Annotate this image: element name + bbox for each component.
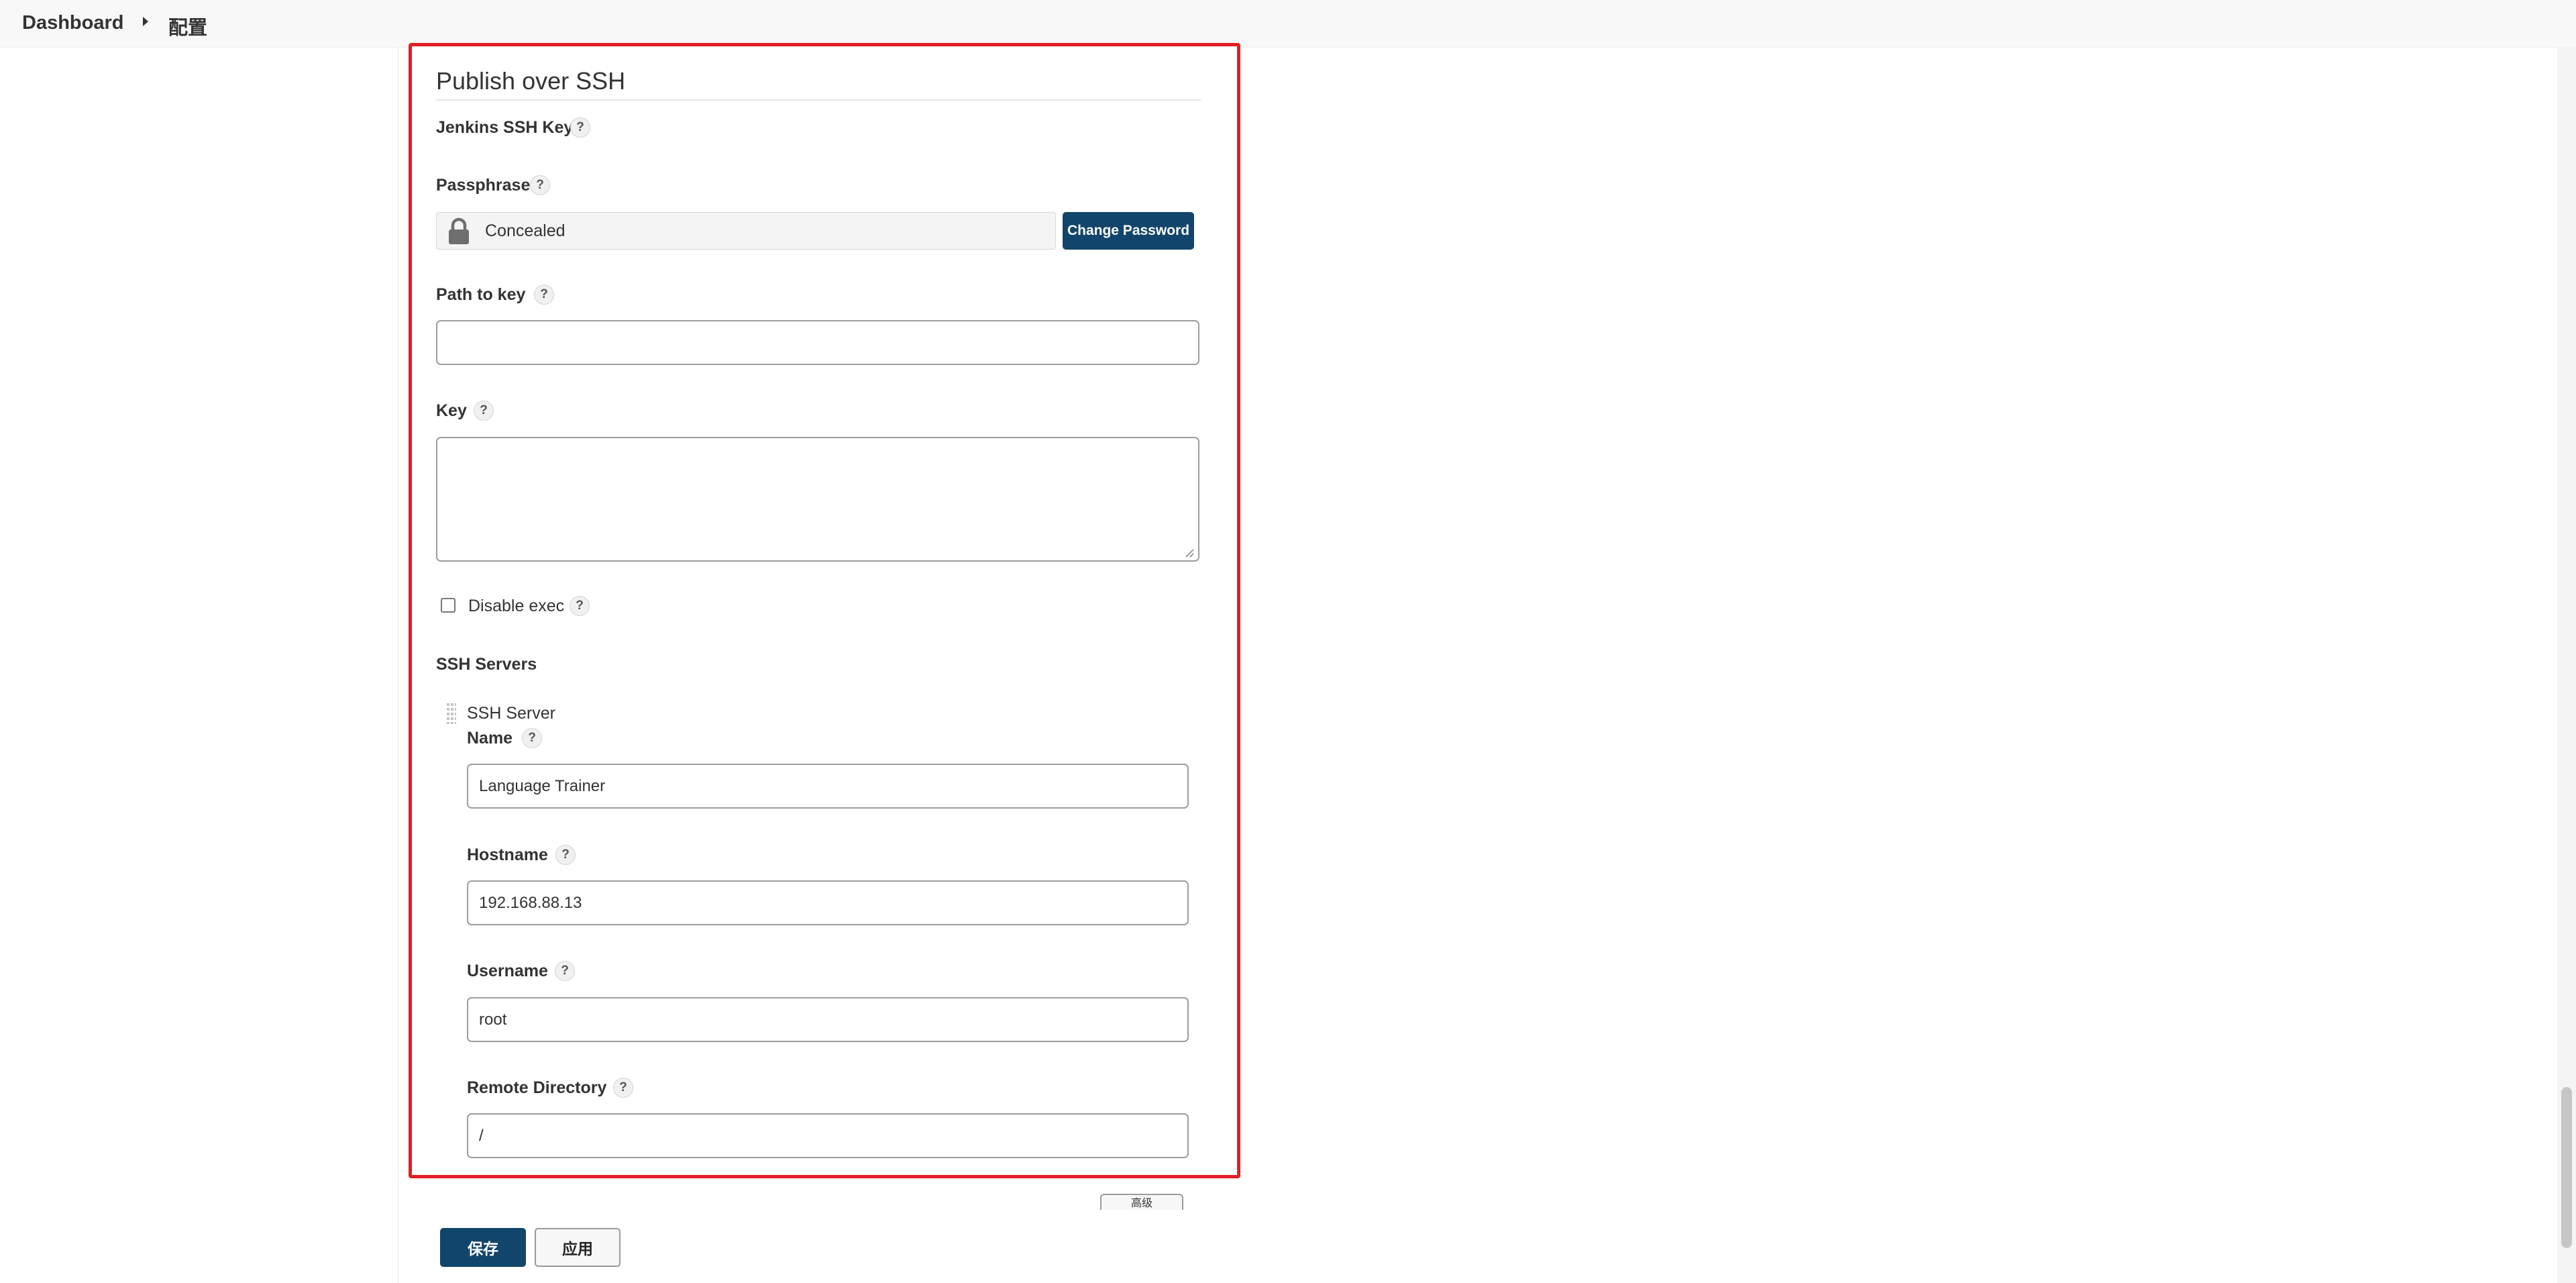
key-help-icon[interactable]: ? (474, 401, 494, 421)
path-to-key-label: Path to key (436, 285, 526, 304)
key-label: Key (436, 401, 467, 420)
scrollbar-thumb[interactable] (2561, 1087, 2572, 1248)
apply-button[interactable]: 应用 (535, 1228, 621, 1267)
resize-grip-icon[interactable] (1183, 547, 1194, 558)
path-to-key-help-icon[interactable]: ? (534, 285, 554, 305)
hostname-label: Hostname (467, 845, 548, 864)
breadcrumb-separator-icon (143, 17, 148, 26)
server-name-help-icon[interactable]: ? (522, 728, 542, 748)
remote-directory-label: Remote Directory (467, 1078, 607, 1097)
hostname-input[interactable] (467, 880, 1189, 925)
remote-directory-help-icon[interactable]: ? (613, 1078, 633, 1098)
ssh-servers-label: SSH Servers (436, 655, 537, 674)
save-button[interactable]: 保存 (440, 1228, 526, 1267)
disable-exec-checkbox[interactable] (441, 598, 455, 613)
server-name-input[interactable] (467, 764, 1189, 809)
username-help-icon[interactable]: ? (555, 961, 575, 981)
advanced-button[interactable]: 高级 (1100, 1194, 1183, 1210)
username-input[interactable] (467, 997, 1189, 1042)
server-name-label: Name (467, 729, 513, 748)
page-scrollbar[interactable] (2557, 47, 2576, 1283)
ssh-server-title: SSH Server (467, 704, 555, 723)
hostname-help-icon[interactable]: ? (555, 845, 576, 865)
breadcrumb-dashboard[interactable]: Dashboard (22, 12, 123, 34)
remote-directory-input[interactable] (467, 1113, 1189, 1158)
disable-exec-label[interactable]: Disable exec (468, 597, 564, 616)
passphrase-label: Passphrase (436, 176, 531, 195)
change-password-button[interactable]: Change Password (1063, 212, 1194, 250)
disable-exec-help-icon[interactable]: ? (570, 596, 590, 616)
path-to-key-input[interactable] (436, 320, 1199, 365)
lock-icon (449, 217, 469, 244)
section-title: Publish over SSH (436, 67, 626, 95)
passphrase-help-icon[interactable]: ? (530, 175, 550, 195)
passphrase-concealed-text: Concealed (485, 221, 566, 240)
section-divider (436, 99, 1201, 101)
breadcrumb-current[interactable]: 配置 (168, 12, 207, 40)
jenkins-ssh-key-help-icon[interactable]: ? (570, 117, 590, 138)
breadcrumb-bar: Dashboard 配置 (0, 0, 2576, 48)
key-textarea[interactable] (436, 437, 1199, 562)
username-label: Username (467, 962, 548, 980)
drag-handle-icon[interactable] (445, 702, 458, 725)
jenkins-ssh-key-label: Jenkins SSH Key (436, 118, 574, 137)
